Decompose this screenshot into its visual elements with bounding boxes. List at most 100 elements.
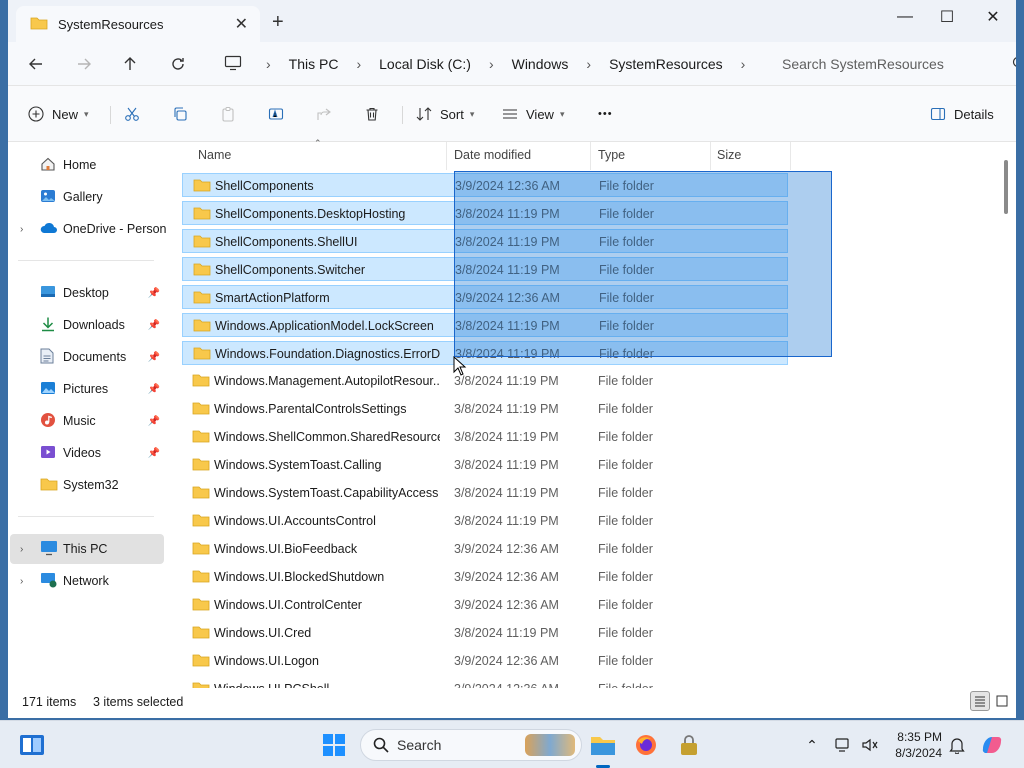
nav-item-videos[interactable]: Videos 📌 bbox=[10, 438, 164, 468]
table-row[interactable]: Windows.ParentalControlsSettings 3/8/202… bbox=[182, 397, 788, 421]
nav-item-documents[interactable]: Documents 📌 bbox=[10, 342, 164, 372]
column-divider[interactable] bbox=[790, 142, 791, 170]
cut-button[interactable] bbox=[124, 103, 140, 125]
nav-item-music[interactable]: Music 📌 bbox=[10, 406, 164, 436]
share-button[interactable] bbox=[316, 103, 332, 125]
table-row[interactable]: Windows.UI.Logon 3/9/2024 12:36 AM File … bbox=[182, 649, 788, 673]
nav-item-pictures[interactable]: Pictures 📌 bbox=[10, 374, 164, 404]
up-button[interactable] bbox=[116, 50, 144, 78]
table-row[interactable]: Windows.SystemToast.CapabilityAccess 3/8… bbox=[182, 481, 788, 505]
column-divider[interactable] bbox=[590, 142, 591, 170]
vertical-scrollbar[interactable] bbox=[1004, 160, 1008, 214]
view-button[interactable]: View ▾ bbox=[502, 103, 564, 125]
chevron-right-icon[interactable]: › bbox=[20, 224, 23, 235]
table-row[interactable]: Windows.SystemToast.Calling 3/8/2024 11:… bbox=[182, 453, 788, 477]
folder-icon bbox=[192, 681, 210, 688]
more-options-button[interactable]: ••• bbox=[598, 103, 613, 125]
breadcrumb[interactable]: › This PC › Local Disk (C:) › Windows › … bbox=[214, 48, 762, 80]
chevron-right-icon[interactable]: › bbox=[20, 576, 23, 587]
divider bbox=[402, 106, 403, 124]
show-hidden-icons-button[interactable]: ⌃ bbox=[796, 729, 828, 761]
details-pane-icon bbox=[930, 107, 946, 121]
view-label: View bbox=[526, 106, 554, 122]
nav-label: Network bbox=[63, 574, 109, 588]
table-row[interactable]: Windows.Management.AutopilotResour... 3/… bbox=[182, 369, 788, 393]
pin-icon[interactable]: 📌 bbox=[148, 448, 160, 459]
pin-icon[interactable]: 📌 bbox=[148, 320, 160, 331]
nav-item-system32[interactable]: System32 bbox=[10, 470, 164, 500]
app-taskbar-button[interactable] bbox=[673, 729, 705, 761]
details-button[interactable]: Details bbox=[930, 103, 994, 125]
lock-app-icon bbox=[681, 735, 697, 755]
nav-item-gallery[interactable]: Gallery bbox=[10, 182, 164, 212]
pin-icon[interactable]: 📌 bbox=[148, 384, 160, 395]
rename-button[interactable] bbox=[268, 103, 284, 125]
crumb-this-pc[interactable]: This PC bbox=[285, 56, 343, 72]
table-row[interactable]: Windows.UI.ControlCenter 3/9/2024 12:36 … bbox=[182, 593, 788, 617]
close-window-button[interactable]: ✕ bbox=[970, 4, 1016, 30]
file-type: File folder bbox=[598, 402, 653, 416]
new-button[interactable]: New ▾ bbox=[28, 103, 89, 125]
file-explorer-taskbar-button[interactable] bbox=[587, 729, 619, 761]
nav-item-desktop[interactable]: Desktop 📌 bbox=[10, 278, 164, 308]
chevron-down-icon: ▾ bbox=[559, 108, 565, 119]
pin-icon[interactable]: 📌 bbox=[148, 288, 160, 299]
taskbar-search[interactable]: Search bbox=[360, 729, 582, 761]
sort-label: Sort bbox=[440, 106, 464, 122]
minimize-button[interactable]: — bbox=[882, 4, 928, 30]
delete-button[interactable] bbox=[364, 103, 380, 125]
tiles-view-button[interactable] bbox=[992, 691, 1012, 711]
nav-item-home[interactable]: Home bbox=[10, 150, 164, 180]
crumb-local-disk[interactable]: Local Disk (C:) bbox=[375, 56, 475, 72]
copilot-button[interactable] bbox=[976, 729, 1008, 761]
file-name: Windows.UI.Logon bbox=[214, 654, 319, 668]
sort-button[interactable]: Sort ▾ bbox=[416, 103, 474, 125]
column-divider[interactable] bbox=[710, 142, 711, 170]
notifications-button[interactable] bbox=[941, 729, 973, 761]
chevron-right-icon[interactable]: › bbox=[20, 544, 23, 555]
divider bbox=[110, 106, 111, 124]
new-tab-button[interactable]: + bbox=[272, 11, 284, 34]
back-button[interactable] bbox=[22, 50, 50, 78]
pin-icon[interactable]: 📌 bbox=[148, 416, 160, 427]
column-date-modified[interactable]: Date modified bbox=[454, 148, 531, 162]
table-row[interactable]: Windows.UI.AccountsControl 3/8/2024 11:1… bbox=[182, 509, 788, 533]
taskbar-clock[interactable]: 8:35 PM 8/3/2024 bbox=[886, 729, 942, 761]
search-input[interactable]: Search SystemResources bbox=[772, 48, 1016, 80]
tab-systemresources[interactable]: SystemResources ✕ bbox=[16, 6, 260, 42]
file-date-modified: 3/8/2024 11:19 PM bbox=[454, 374, 559, 388]
refresh-button[interactable] bbox=[164, 50, 192, 78]
close-tab-icon[interactable]: ✕ bbox=[235, 14, 248, 34]
details-view-button[interactable] bbox=[970, 691, 990, 711]
paste-button[interactable] bbox=[220, 103, 236, 125]
copy-button[interactable] bbox=[172, 103, 188, 125]
volume-button[interactable] bbox=[854, 729, 886, 761]
table-row[interactable]: Windows.UI.PCShell 3/9/2024 12:36 AM Fil… bbox=[182, 677, 788, 688]
column-divider[interactable] bbox=[446, 142, 447, 170]
column-type[interactable]: Type bbox=[598, 148, 625, 162]
selected-count: 3 items selected bbox=[93, 695, 184, 709]
pin-icon[interactable]: 📌 bbox=[148, 352, 160, 363]
chevron-down-icon: ▾ bbox=[469, 108, 475, 119]
forward-button[interactable] bbox=[70, 50, 98, 78]
nav-item-onedrive[interactable]: › OneDrive - Persona bbox=[10, 214, 167, 244]
firefox-taskbar-button[interactable] bbox=[630, 729, 662, 761]
cloud-icon bbox=[40, 222, 58, 237]
maximize-button[interactable]: ☐ bbox=[924, 4, 970, 30]
folder-icon bbox=[193, 178, 211, 195]
start-button[interactable] bbox=[318, 729, 350, 761]
table-row[interactable]: Windows.UI.BioFeedback 3/9/2024 12:36 AM… bbox=[182, 537, 788, 561]
nav-item-this-pc[interactable]: › This PC bbox=[10, 534, 164, 564]
file-date-modified: 3/8/2024 11:19 PM bbox=[454, 486, 559, 500]
column-name[interactable]: Name bbox=[198, 148, 231, 162]
table-row[interactable]: Windows.UI.Cred 3/8/2024 11:19 PM File f… bbox=[182, 621, 788, 645]
nav-item-downloads[interactable]: Downloads 📌 bbox=[10, 310, 164, 340]
nav-item-network[interactable]: › Network bbox=[10, 566, 164, 596]
breadcrumb-separator[interactable]: › bbox=[727, 56, 760, 72]
crumb-systemresources[interactable]: SystemResources bbox=[605, 56, 727, 72]
table-row[interactable]: Windows.ShellCommon.SharedResources 3/8/… bbox=[182, 425, 788, 449]
widgets-button[interactable] bbox=[16, 729, 48, 761]
table-row[interactable]: Windows.UI.BlockedShutdown 3/9/2024 12:3… bbox=[182, 565, 788, 589]
crumb-windows[interactable]: Windows bbox=[508, 56, 573, 72]
column-size[interactable]: Size bbox=[717, 148, 741, 162]
